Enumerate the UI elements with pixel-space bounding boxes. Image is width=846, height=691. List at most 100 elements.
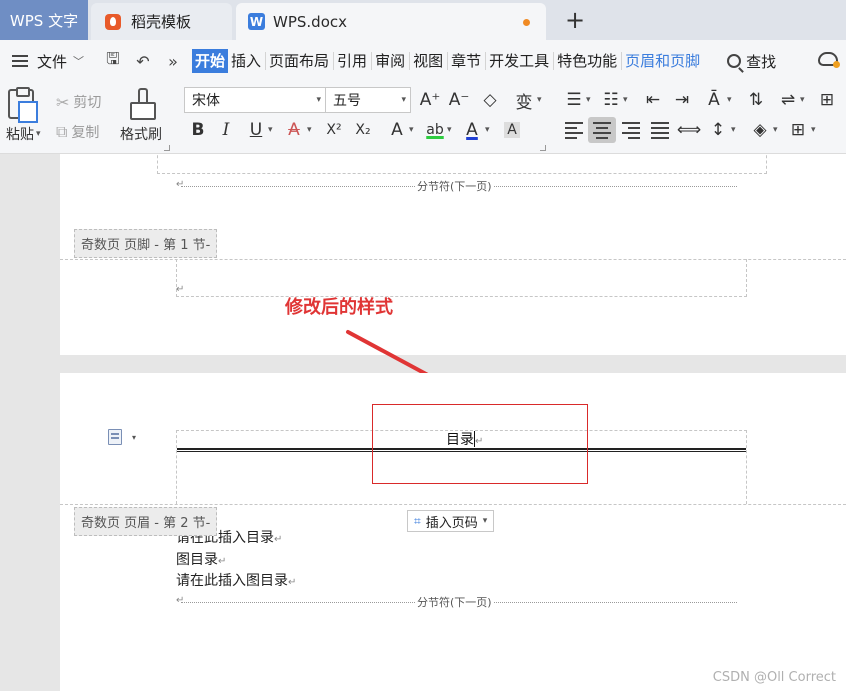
bullet-list-button[interactable]: ☰ — [560, 87, 588, 113]
csdn-watermark: CSDN @Oll Correct — [712, 670, 836, 685]
header-section-label-text: 奇数页 页眉 - 第 2 节- — [81, 516, 211, 531]
decrease-indent-button[interactable]: ⇤ — [639, 87, 667, 113]
menu-tab-developer[interactable]: 开发工具 — [487, 49, 551, 73]
borders-icon: ⊞ — [790, 120, 806, 140]
chevron-down-icon[interactable]: ▾ — [800, 95, 805, 105]
strikethrough-button[interactable]: A — [280, 117, 308, 143]
undo-icon[interactable]: ↶ — [132, 52, 154, 71]
align-left-button[interactable] — [560, 117, 588, 143]
chevron-down-icon[interactable]: ▾ — [307, 125, 312, 135]
annotation-text: 修改后的样式 — [285, 297, 393, 318]
insert-page-number-button[interactable]: ⌗ 插入页码 ▾ — [407, 510, 495, 532]
menu-tab-page-layout[interactable]: 页面布局 — [267, 49, 331, 73]
section-break-label: 分节符(下一页) — [415, 594, 494, 610]
chevron-down-icon[interactable]: ▾ — [731, 125, 736, 135]
find-button[interactable]: 查找 — [727, 51, 776, 72]
menu-tab-insert[interactable]: 插入 — [229, 49, 263, 73]
menu-tab-review[interactable]: 审阅 — [373, 49, 407, 73]
chevron-down-icon[interactable]: ▾ — [485, 125, 490, 135]
font-color-button[interactable]: A — [458, 117, 486, 143]
eraser-icon: ◇ — [483, 90, 497, 110]
chevron-down-icon[interactable]: ▾ — [537, 95, 542, 105]
figure-toc-placeholder-line[interactable]: 请在此插入图目录↵ — [176, 570, 296, 590]
save-icon[interactable]: 🖫 — [102, 48, 124, 75]
copy-icon: ⧉ — [56, 122, 68, 141]
line-spacing-mark-button[interactable]: ⇌ — [774, 87, 802, 113]
paste-button[interactable] — [8, 87, 44, 123]
font-group-launcher[interactable] — [540, 145, 546, 151]
shading-button[interactable]: ◈ — [746, 117, 774, 143]
text-effect-button[interactable]: A — [383, 117, 411, 143]
chevron-down-icon: ﹀ — [73, 55, 85, 68]
previous-content-box — [157, 154, 767, 174]
document-tab[interactable]: W WPS.docx — [236, 3, 546, 40]
menu-tab-header-footer[interactable]: 页眉和页脚 — [623, 49, 702, 73]
menu-divider — [621, 52, 623, 70]
distributed-align-button[interactable]: ⟺ — [675, 117, 703, 143]
clipboard-group-launcher[interactable] — [164, 145, 170, 151]
format-painter-button[interactable]: 格式刷 — [120, 124, 162, 144]
new-tab-button[interactable]: + — [561, 7, 589, 35]
search-icon — [727, 54, 742, 68]
menu-divider — [409, 52, 411, 70]
table-grid-button[interactable]: ⊞ — [813, 87, 841, 113]
align-center-button[interactable] — [588, 117, 616, 143]
menu-tab-features[interactable]: 特色功能 — [555, 49, 619, 73]
wps-app-tab[interactable]: WPS 文字 — [0, 0, 88, 40]
show-marks-icon: ⇌ — [780, 90, 796, 110]
numbered-list-icon: ☷ — [603, 90, 619, 110]
line-spacing-button[interactable]: ↕ — [704, 117, 732, 143]
bold-button[interactable]: B — [184, 117, 212, 143]
menu-tab-references[interactable]: 引用 — [335, 49, 369, 73]
justify-button[interactable] — [646, 117, 674, 143]
menu-divider — [485, 52, 487, 70]
chevron-down-icon[interactable]: ▾ — [727, 95, 732, 105]
font-name-combo[interactable]: 宋体 ▾ — [184, 87, 326, 113]
header-options-icon[interactable] — [108, 429, 122, 445]
template-tab[interactable]: 稻壳模板 — [91, 3, 232, 40]
format-painter-icon-button[interactable] — [130, 88, 156, 120]
more-commands-icon[interactable]: » — [162, 52, 184, 71]
superscript-button[interactable]: X² — [320, 117, 348, 143]
clear-format-button[interactable]: ◇ — [476, 87, 504, 113]
menu-tab-section[interactable]: 章节 — [449, 49, 483, 73]
chevron-down-icon[interactable]: ▾ — [586, 95, 591, 105]
shrink-font-button[interactable]: A⁻ — [445, 87, 473, 113]
char-shading-icon: A — [504, 122, 520, 138]
footer-area[interactable] — [176, 259, 747, 297]
change-case-button[interactable]: Ā — [700, 87, 728, 113]
chevron-down-icon[interactable]: ▾ — [132, 433, 136, 442]
unsaved-indicator-icon[interactable] — [523, 19, 530, 26]
align-right-icon — [622, 121, 640, 139]
increase-indent-button[interactable]: ⇥ — [668, 87, 696, 113]
highlight-button[interactable]: ab — [421, 117, 449, 143]
copy-button[interactable]: ⧉ 复制 — [56, 122, 99, 142]
sort-button[interactable]: ⇅ — [742, 87, 770, 113]
chevron-down-icon[interactable]: ▾ — [447, 125, 452, 135]
numbered-list-button[interactable]: ☷ — [597, 87, 625, 113]
chevron-down-icon[interactable]: ▾ — [409, 125, 414, 135]
chevron-down-icon[interactable]: ▾ — [623, 95, 628, 105]
chevron-down-icon[interactable]: ▾ — [811, 125, 816, 135]
menu-tab-view[interactable]: 视图 — [411, 49, 445, 73]
italic-button[interactable]: I — [212, 117, 240, 143]
cut-button[interactable]: ✂ 剪切 — [56, 92, 101, 112]
phonetic-guide-button[interactable]: 变 — [510, 87, 538, 113]
document-canvas[interactable]: ↵ 分节符(下一页) ↵ 奇数页 页脚 - 第 1 节- 修改后的样式 ▾ 目录… — [0, 154, 846, 691]
underline-button[interactable]: U — [242, 117, 270, 143]
char-shading-button[interactable]: A — [498, 117, 526, 143]
subscript-button[interactable]: X₂ — [349, 117, 377, 143]
align-right-button[interactable] — [617, 117, 645, 143]
paste-label-button[interactable]: 粘贴 ▾ — [6, 124, 41, 144]
chevron-down-icon[interactable]: ▾ — [773, 125, 778, 135]
chevron-down-icon[interactable]: ▾ — [268, 125, 273, 135]
grow-font-button[interactable]: A⁺ — [416, 87, 444, 113]
menu-divider — [553, 52, 555, 70]
grow-font-icon: A⁺ — [419, 90, 441, 110]
menu-tab-home[interactable]: 开始 — [192, 49, 229, 73]
figure-toc-heading-line[interactable]: 图目录↵ — [176, 549, 226, 569]
font-size-combo[interactable]: 五号 ▾ — [325, 87, 411, 113]
cloud-sync-icon[interactable] — [818, 52, 840, 68]
file-menu[interactable]: 文件 ﹀ — [0, 51, 102, 72]
borders-button[interactable]: ⊞ — [784, 117, 812, 143]
